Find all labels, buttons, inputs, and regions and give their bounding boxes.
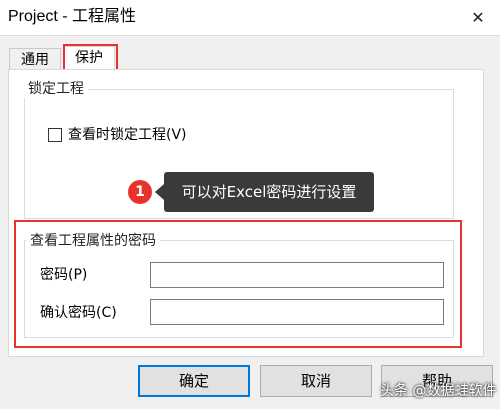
lock-for-viewing-checkbox[interactable] (48, 128, 62, 142)
title-bar: Project - 工程属性 ✕ (0, 0, 500, 36)
step-badge: 1 (128, 180, 152, 204)
password-group-legend: 查看工程属性的密码 (26, 232, 160, 250)
password-input[interactable] (150, 262, 444, 288)
confirm-password-label: 确认密码(C) (40, 305, 117, 321)
watermark: 头条 @数据蛙软件 (380, 383, 497, 399)
cancel-button[interactable]: 取消 (260, 365, 372, 397)
lock-for-viewing-option[interactable]: 查看时锁定工程(V) (48, 126, 187, 144)
window-title: Project - 工程属性 (8, 8, 137, 25)
lock-group-legend: 锁定工程 (24, 80, 88, 98)
tab-protection[interactable]: 保护 (63, 46, 115, 70)
confirm-password-input[interactable] (150, 299, 444, 325)
ok-button[interactable]: 确定 (138, 365, 250, 397)
password-label: 密码(P) (40, 267, 88, 283)
tab-general[interactable]: 通用 (9, 48, 61, 70)
tab-strip: 通用 保护 (0, 36, 500, 70)
lock-group-top-border (24, 89, 454, 90)
lock-for-viewing-label: 查看时锁定工程(V) (68, 127, 187, 143)
close-button[interactable]: ✕ (456, 0, 500, 35)
close-icon: ✕ (471, 8, 485, 27)
annotation-callout: 可以对Excel密码进行设置 (155, 172, 374, 212)
